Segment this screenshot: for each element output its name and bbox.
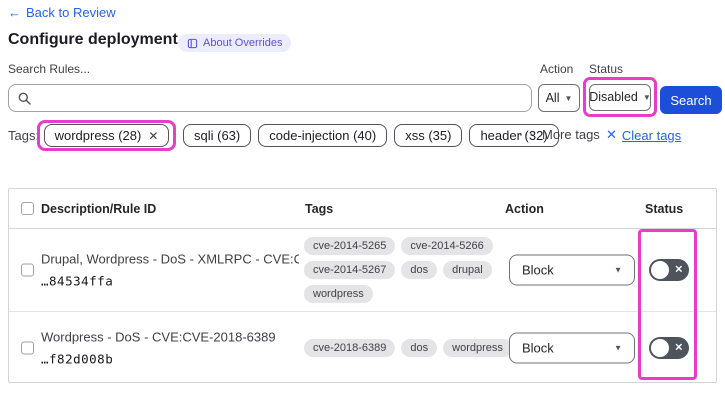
action-select[interactable]: Block ▼ [509, 332, 635, 363]
row-description-cell: Drupal, Wordpress - DoS - XMLRPC - CVE:C… [41, 252, 299, 289]
toggle-knob [651, 261, 669, 279]
tag-chip: cve-2014-5267 [304, 261, 396, 279]
search-button[interactable]: Search [660, 86, 722, 114]
search-rules-label: Search Rules... [8, 62, 91, 76]
select-all-checkbox[interactable] [21, 202, 34, 215]
row-status-cell: ✕ [649, 336, 689, 359]
col-action: Action [505, 202, 544, 216]
table-row: Wordpress - DoS - CVE:CVE-2018-6389 …f82… [9, 312, 716, 383]
row-status-cell: ✕ [649, 259, 689, 281]
tags-label: Tags: [8, 128, 40, 143]
about-overrides-badge[interactable]: About Overrides [178, 34, 292, 52]
action-filter-select[interactable]: All ▼ [538, 84, 580, 112]
toggle-x-icon: ✕ [674, 342, 683, 353]
tag-filter[interactable]: code-injection (40) [258, 124, 388, 147]
status-toggle[interactable]: ✕ [649, 336, 689, 359]
row-rule-id: …84534ffa [41, 273, 114, 289]
back-to-review-link[interactable]: ← Back to Review [8, 5, 116, 20]
tag-chip: cve-2014-5266 [401, 237, 493, 255]
chevron-down-icon: ▼ [614, 343, 622, 352]
status-filter-highlight: Disabled ▼ [583, 77, 657, 117]
page-title: Configure deployment [8, 31, 178, 48]
selected-tag-highlight: wordpress (28) ✕ [37, 120, 176, 151]
row-description: Wordpress - DoS - CVE:CVE-2018-6389 [41, 329, 276, 344]
table-row: Drupal, Wordpress - DoS - XMLRPC - CVE:C… [9, 229, 716, 312]
clear-x-icon: ✕ [606, 127, 617, 142]
chevron-down-icon: ▼ [642, 92, 651, 102]
search-box[interactable] [8, 84, 532, 112]
back-arrow-icon: ← [8, 5, 21, 20]
tag-chip: dos [401, 261, 438, 279]
chevron-down-icon: ▼ [564, 93, 573, 103]
tag-chip: wordpress [304, 285, 373, 303]
action-select-value: Block [522, 262, 554, 278]
clear-tags-link[interactable]: ✕ Clear tags [606, 127, 681, 143]
col-tags: Tags [305, 202, 334, 216]
status-filter-label: Status [589, 62, 624, 76]
col-description: Description/Rule ID [41, 202, 157, 216]
about-overrides-label: About Overrides [203, 37, 283, 49]
remove-tag-icon[interactable]: ✕ [148, 129, 158, 143]
book-icon [187, 38, 198, 49]
toggle-knob [651, 338, 669, 357]
status-filter-select[interactable]: Disabled ▼ [589, 83, 651, 111]
row-checkbox[interactable] [21, 341, 34, 354]
row-tags: cve-2018-6389 dos wordpress [304, 338, 516, 357]
tag-filter[interactable]: xss (35) [394, 124, 463, 147]
tag-filter-list: sqli (63) code-injection (40) xss (35) head… [183, 124, 559, 147]
more-tags-button[interactable]: ··· More tags [519, 127, 600, 142]
chevron-down-icon: ▼ [614, 265, 622, 275]
action-select[interactable]: Block ▼ [509, 254, 635, 286]
row-action-cell: Block ▼ [509, 332, 635, 363]
action-filter-value: All [545, 91, 560, 105]
tag-chip: dos [401, 338, 438, 357]
status-filter-value: Disabled [589, 90, 638, 104]
tag-chip: cve-2014-5265 [304, 237, 396, 255]
ellipsis-icon: ··· [519, 127, 535, 142]
clear-tags-label: Clear tags [621, 127, 682, 143]
rules-table: Description/Rule ID Tags Action Status D… [8, 188, 717, 383]
row-checkbox[interactable] [21, 263, 34, 277]
search-input[interactable] [37, 90, 531, 106]
table-header-row: Description/Rule ID Tags Action Status [9, 189, 716, 229]
tag-chip: cve-2018-6389 [304, 338, 396, 357]
tag-chip: wordpress [443, 338, 512, 357]
tag-filter-wordpress[interactable]: wordpress (28) ✕ [43, 124, 170, 147]
row-rule-id: …f82d008b [41, 351, 114, 366]
action-filter-label: Action [540, 62, 574, 76]
toggle-x-icon: ✕ [674, 264, 683, 276]
search-icon [18, 92, 31, 105]
table-rows: Drupal, Wordpress - DoS - XMLRPC - CVE:C… [9, 229, 716, 383]
row-description-cell: Wordpress - DoS - CVE:CVE-2018-6389 …f82… [41, 329, 299, 366]
row-tags: cve-2014-5265 cve-2014-5266 cve-2014-5267 d… [304, 237, 516, 303]
back-link-label: Back to Review [26, 5, 116, 20]
tag-chip: drupal [443, 261, 492, 279]
more-tags-label: More tags [542, 127, 600, 142]
col-status: Status [645, 202, 684, 216]
status-toggle[interactable]: ✕ [649, 259, 689, 281]
row-description: Drupal, Wordpress - DoS - XMLRPC - CVE:C… [41, 251, 299, 267]
action-select-value: Block [522, 340, 554, 355]
tag-filter-label: wordpress (28) [54, 128, 142, 143]
row-action-cell: Block ▼ [509, 254, 635, 286]
tag-filter[interactable]: sqli (63) [183, 124, 252, 147]
